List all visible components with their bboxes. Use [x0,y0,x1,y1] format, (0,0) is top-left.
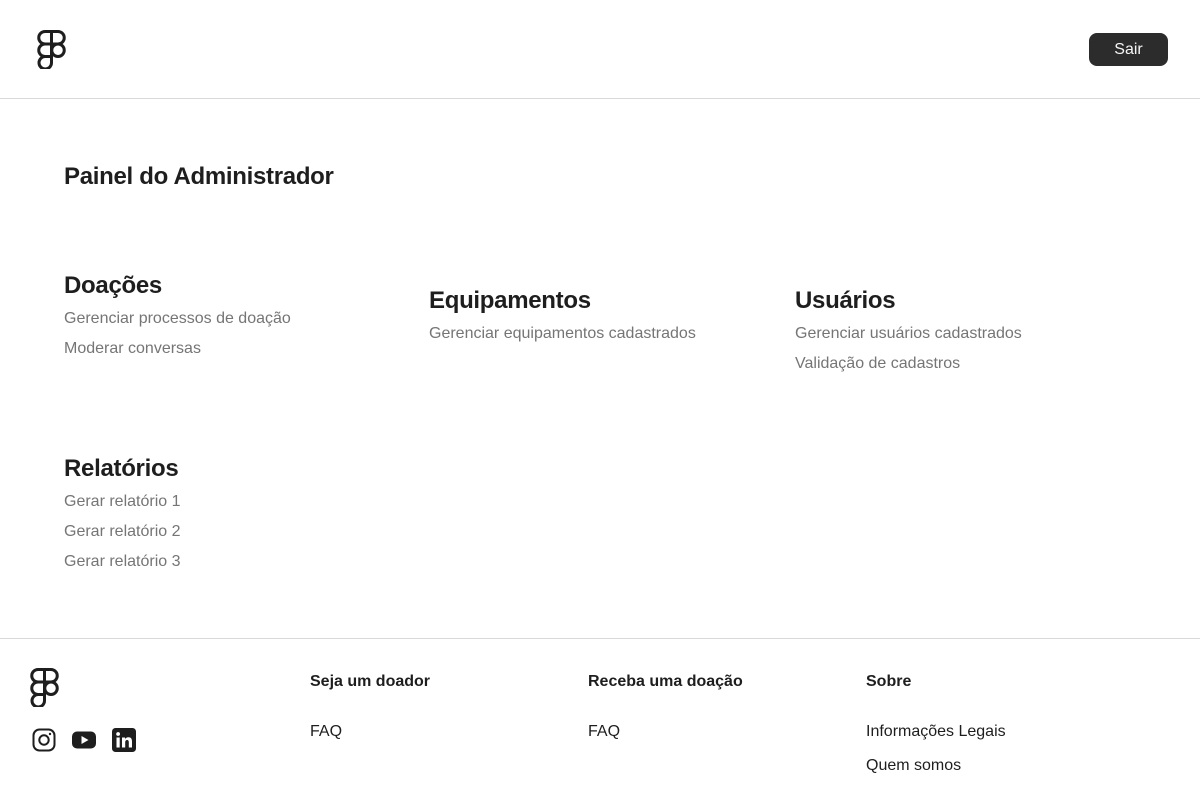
section-title: Equipamentos [429,287,591,314]
page-title: Painel do Administrador [64,163,334,190]
footer-column-title: Seja um doador [310,673,431,690]
footer-column-receba: Receba uma doação FAQ [588,672,743,756]
footer-link-informacoes-legais[interactable]: Informações Legais [866,722,1006,742]
youtube-icon[interactable] [72,728,96,752]
section-title: Usuários [795,287,896,314]
footer-column-title: Sobre [866,673,912,690]
footer-links: FAQ [588,722,743,742]
link-gerenciar-equipamentos[interactable]: Gerenciar equipamentos cadastrados [429,319,696,349]
footer-links: FAQ [310,722,430,742]
section-links: Gerenciar processos de doação Moderar co… [64,304,291,364]
logout-button[interactable]: Sair [1089,33,1168,66]
footer-link-faq[interactable]: FAQ [588,722,743,742]
site-footer: Seja um doador FAQ Receba uma doação FAQ… [0,638,1200,810]
section-title: Relatórios [64,455,179,482]
figma-logo-icon[interactable] [30,668,59,707]
section-title: Doações [64,272,162,299]
footer-column-sobre: Sobre Informações Legais Quem somos [866,672,1006,790]
footer-column-doador: Seja um doador FAQ [310,672,430,756]
section-relatorios: Relatórios Gerar relatório 1 Gerar relat… [64,453,181,577]
instagram-icon[interactable] [32,728,56,752]
link-gerenciar-processos[interactable]: Gerenciar processos de doação [64,304,291,334]
section-equipamentos: Equipamentos Gerenciar equipamentos cada… [429,285,696,349]
figma-logo-icon[interactable] [37,30,66,69]
linkedin-icon[interactable] [112,728,136,752]
site-header: Sair [0,0,1200,99]
link-gerenciar-usuarios[interactable]: Gerenciar usuários cadastrados [795,319,1022,349]
section-usuarios: Usuários Gerenciar usuários cadastrados … [795,285,1022,379]
footer-link-faq[interactable]: FAQ [310,722,430,742]
link-gerar-relatorio-2[interactable]: Gerar relatório 2 [64,517,181,547]
footer-link-quem-somos[interactable]: Quem somos [866,756,1006,776]
link-gerar-relatorio-1[interactable]: Gerar relatório 1 [64,487,181,517]
footer-column-title: Receba uma doação [588,673,743,690]
link-validacao-cadastros[interactable]: Validação de cadastros [795,349,1022,379]
section-links: Gerenciar equipamentos cadastrados [429,319,696,349]
link-moderar-conversas[interactable]: Moderar conversas [64,334,291,364]
section-links: Gerar relatório 1 Gerar relatório 2 Gera… [64,487,181,577]
link-gerar-relatorio-3[interactable]: Gerar relatório 3 [64,547,181,577]
footer-links: Informações Legais Quem somos [866,722,1006,776]
section-links: Gerenciar usuários cadastrados Validação… [795,319,1022,379]
section-doacoes: Doações Gerenciar processos de doação Mo… [64,270,291,364]
